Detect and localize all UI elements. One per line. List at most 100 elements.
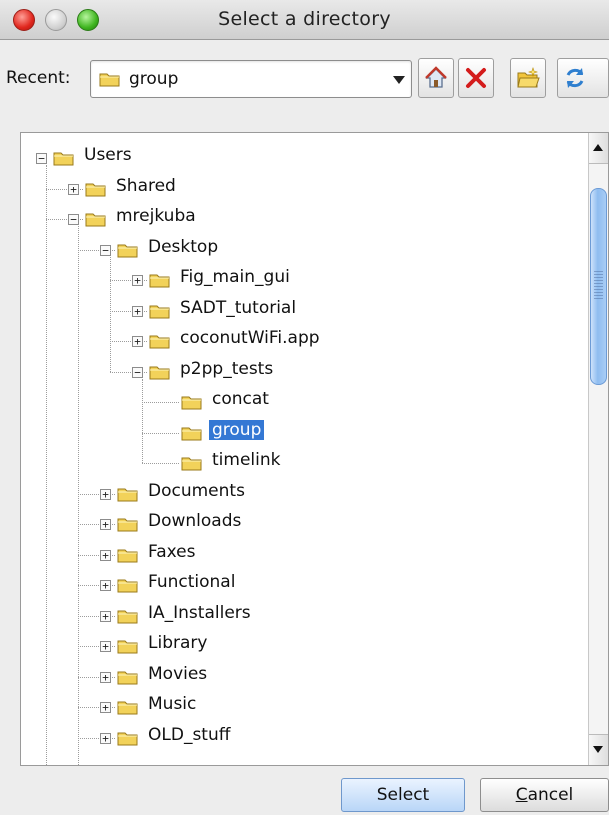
cancel-button[interactable]: Cancel — [480, 778, 609, 812]
folder-icon — [181, 425, 203, 441]
tree-connector — [142, 432, 179, 434]
recent-combobox[interactable]: group — [90, 60, 412, 98]
scroll-up-arrow-icon[interactable] — [589, 133, 608, 164]
tree-item[interactable]: − p2pp_tests — [21, 357, 581, 387]
tree-item[interactable]: + OLD_stuff — [21, 723, 581, 753]
tree-item[interactable]: timelink — [21, 448, 581, 478]
collapse-node-icon[interactable]: − — [132, 366, 143, 378]
tree-item-label: Functional — [148, 572, 236, 592]
tree-item-label: OLD_stuff — [148, 724, 231, 745]
tree-item-label: Downloads — [148, 511, 242, 531]
home-icon — [425, 66, 447, 88]
cancel-label: ancel — [527, 785, 574, 805]
tree-item-label: concat — [212, 389, 269, 409]
tree-item[interactable]: − mrejkuba — [21, 204, 581, 234]
tree-item[interactable]: + Fig_main_gui — [21, 265, 581, 295]
refresh-button[interactable] — [557, 58, 609, 98]
chevron-down-icon[interactable] — [393, 76, 405, 84]
tree-item[interactable]: − Users — [21, 143, 581, 173]
tree-item-label: mrejkuba — [116, 206, 196, 226]
tree-item[interactable]: + Movies — [21, 662, 581, 692]
delete-button[interactable] — [458, 58, 494, 98]
tree-item-label: Fig_main_gui — [180, 267, 290, 287]
tree-item[interactable]: + Documents — [21, 479, 581, 509]
expand-node-icon[interactable]: + — [100, 580, 111, 591]
tree-item[interactable]: + IA_Installers — [21, 601, 581, 631]
window-title: Select a directory — [218, 8, 391, 30]
folder-icon — [117, 608, 139, 624]
tree-item-label: Library — [148, 633, 208, 653]
expand-node-icon[interactable]: + — [100, 641, 111, 652]
tree-item[interactable]: − Desktop — [21, 235, 581, 265]
scroll-down-arrow-icon[interactable] — [589, 734, 608, 765]
tree-item[interactable]: + Music — [21, 692, 581, 722]
tree-item[interactable]: + coconutWiFi.app — [21, 326, 581, 356]
folder-icon — [117, 669, 139, 685]
tree-item[interactable]: + Faxes — [21, 540, 581, 570]
tree-item-label: Desktop — [148, 236, 219, 257]
folder-icon — [117, 638, 139, 654]
directory-tree[interactable]: − Users + Shared − mrejkuba − Desktop + Fig_main_… — [20, 132, 609, 766]
folder-icon — [181, 455, 203, 471]
tree-item[interactable]: group — [21, 418, 581, 448]
folder-icon — [85, 211, 107, 227]
folder-icon — [117, 547, 139, 563]
select-button[interactable]: Select — [341, 778, 465, 812]
folder-icon — [117, 242, 139, 258]
folder-icon — [149, 303, 171, 319]
folder-icon — [53, 150, 75, 166]
folder-icon — [117, 699, 139, 715]
expand-node-icon[interactable]: + — [100, 488, 111, 500]
expand-node-icon[interactable]: + — [100, 610, 111, 622]
title-bar: Select a directory — [0, 0, 609, 40]
tree-item-label: SADT_tutorial — [180, 297, 297, 318]
expand-node-icon[interactable]: + — [100, 702, 111, 713]
expand-node-icon[interactable]: + — [132, 275, 143, 286]
folder-icon — [117, 577, 139, 593]
collapse-node-icon[interactable]: − — [36, 153, 47, 164]
new-folder-button[interactable] — [510, 58, 546, 98]
tree-item[interactable]: + Downloads — [21, 509, 581, 539]
tree-connector — [142, 402, 179, 403]
folder-icon — [181, 394, 203, 410]
expand-node-icon[interactable]: + — [100, 549, 111, 561]
folder-icon — [117, 516, 139, 532]
collapse-node-icon[interactable]: − — [100, 244, 111, 256]
tree-item-label: group — [209, 419, 265, 440]
tree-item-label: Music — [148, 694, 197, 714]
folder-icon — [99, 73, 120, 87]
tree-item[interactable]: + Shared — [21, 174, 581, 204]
folder-icon — [117, 730, 139, 746]
tree-item-label: IA_Installers — [148, 602, 251, 623]
folder-icon — [85, 181, 107, 197]
tree-connector — [142, 463, 179, 464]
expand-node-icon[interactable]: + — [132, 336, 143, 347]
tree-item-label: Users — [84, 145, 132, 165]
recent-label: Recent: — [6, 68, 71, 88]
collapse-node-icon[interactable]: − — [68, 214, 79, 225]
tree-item-label: coconutWiFi.app — [180, 328, 320, 348]
tree-item[interactable]: concat — [21, 387, 581, 417]
folder-icon — [149, 364, 171, 380]
expand-node-icon[interactable]: + — [100, 732, 111, 744]
expand-node-icon[interactable]: + — [100, 671, 111, 683]
home-button[interactable] — [418, 58, 454, 98]
tree-item[interactable]: + Library — [21, 631, 581, 661]
tree-item-label: Shared — [116, 175, 176, 196]
folder-icon — [117, 486, 139, 502]
toolbar: Recent: group — [0, 50, 609, 110]
tree-item-label: p2pp_tests — [180, 358, 274, 379]
tree-item[interactable]: + SADT_tutorial — [21, 296, 581, 326]
expand-node-icon[interactable]: + — [68, 183, 79, 195]
expand-node-icon[interactable]: + — [132, 305, 143, 317]
tree-item-label: timelink — [212, 450, 281, 470]
recent-combobox-value: group — [129, 69, 179, 89]
delete-icon — [466, 68, 486, 88]
tree-item[interactable]: + Functional — [21, 570, 581, 600]
cancel-mnemonic: C — [515, 785, 528, 805]
refresh-icon — [566, 68, 584, 88]
expand-node-icon[interactable]: + — [100, 519, 111, 530]
vertical-scrollbar[interactable] — [588, 133, 608, 765]
tree-item-label: Movies — [148, 663, 208, 684]
scrollbar-thumb[interactable] — [590, 188, 607, 385]
